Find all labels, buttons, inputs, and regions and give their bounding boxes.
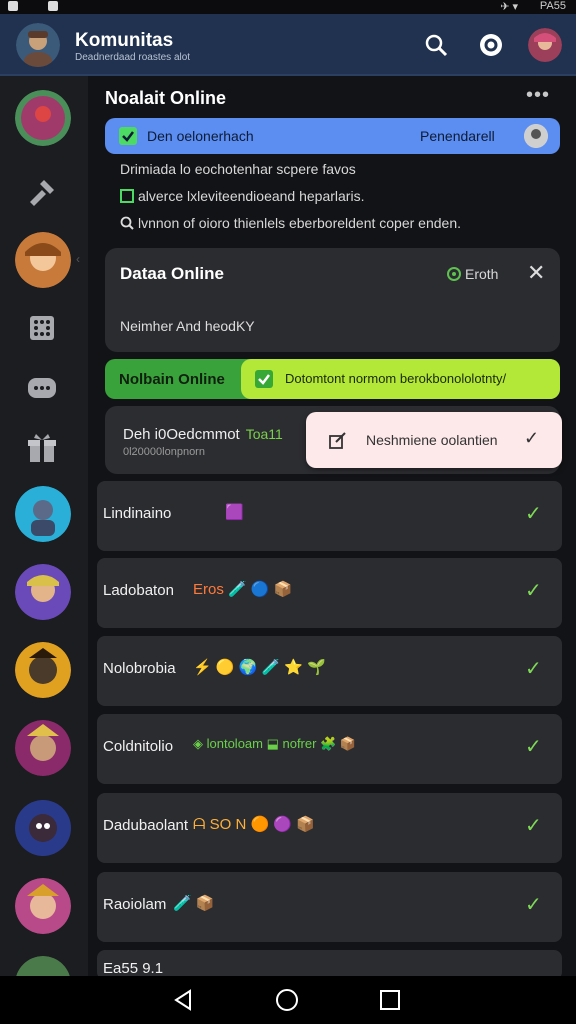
item-icons: ◈ lontoloam ⬓ nofrer 🧩 📦 xyxy=(193,736,357,751)
banner-right-text: Penendarell xyxy=(420,128,495,144)
list-item[interactable]: Lindinaino 🟪 ✓ xyxy=(97,481,562,551)
item-label: Raoiolam xyxy=(103,896,167,913)
notifications-title: Noalait Online xyxy=(105,88,227,108)
data-online-card[interactable]: Dataa Online Eroth ✕ Neimher And heodKY xyxy=(105,248,560,352)
sidebar xyxy=(0,76,88,1012)
toast-text: Neshmiene oolantien xyxy=(366,432,498,448)
chat-icon[interactable] xyxy=(24,370,60,406)
banner-avatar xyxy=(524,124,548,148)
item-label: Nolobrobia xyxy=(103,660,176,677)
search-icon[interactable] xyxy=(423,32,449,58)
check-icon[interactable]: ✓ xyxy=(525,656,542,681)
card-subtitle: Neimher And heodKY xyxy=(120,318,255,334)
sidebar-server-avatar[interactable] xyxy=(15,564,71,620)
check-icon[interactable]: ✓ xyxy=(524,428,539,449)
notification-banner[interactable]: Den oelonerhach Penendarell xyxy=(105,118,560,154)
compact-card-sub: 0l20000lonpnorn xyxy=(123,446,205,458)
sidebar-server-avatar[interactable] xyxy=(15,486,71,542)
profile-avatar[interactable] xyxy=(528,28,562,62)
header-subtitle: Deadnerdaad roastes alot xyxy=(75,52,191,63)
signal-icon: ✈ ▾ xyxy=(500,1,518,13)
item-icons: Eros 🧪 🔵 📦 xyxy=(193,581,293,598)
main-content: Noalait Online ••• Den oelonerhach Penen… xyxy=(96,76,576,980)
card-title: Dataa Online xyxy=(120,264,224,283)
edit-icon[interactable] xyxy=(328,430,348,450)
community-avatar[interactable] xyxy=(16,23,60,67)
sidebar-server-avatar[interactable] xyxy=(15,642,71,698)
home-icon[interactable] xyxy=(275,988,299,1012)
confirmation-text: Dotomtont normom berokbonololotnty/ xyxy=(285,371,507,386)
search-icon xyxy=(120,216,134,230)
app-notification-icon xyxy=(48,1,58,11)
discord-icon[interactable] xyxy=(478,32,504,58)
item-label: Ladobaton xyxy=(103,582,174,599)
check-icon[interactable]: ✓ xyxy=(525,578,542,603)
recents-icon[interactable] xyxy=(378,988,402,1012)
item-icons: 🧪 📦 xyxy=(173,895,215,912)
tools-icon[interactable] xyxy=(24,174,60,210)
item-label: Ea55 9.1 xyxy=(103,960,164,977)
app-notification-icon xyxy=(8,1,18,11)
status-time: PA55 xyxy=(539,0,566,12)
list-item[interactable]: Dadubaolant ᗩ SO N 🟠 🟣 📦 ✓ xyxy=(97,793,562,863)
more-options-icon[interactable]: ••• xyxy=(526,84,550,107)
toast-popup[interactable]: Neshmiene oolantien ✓ xyxy=(306,412,562,468)
online-status-bar[interactable]: Nolbain Online Dotomtont normom berokbon… xyxy=(105,359,560,399)
check-icon xyxy=(119,127,137,145)
status-bar: ✈ ▾ PA55 xyxy=(0,0,576,14)
list-item[interactable]: Nolobrobia ⚡ 🟡 🌍 🧪 ⭐ 🌱 ✓ xyxy=(97,636,562,706)
compact-card-title: Deh i0Oedcmmot Toa11 xyxy=(123,426,283,443)
item-label: Dadubaolant xyxy=(103,817,189,834)
check-icon[interactable]: ✓ xyxy=(525,892,542,917)
item-icons: ᗩ SO N 🟠 🟣 📦 xyxy=(193,816,315,833)
sidebar-server-avatar[interactable] xyxy=(15,90,71,146)
item-icons: 🟪 xyxy=(225,504,244,521)
item-icons: ⚡ 🟡 🌍 🧪 ⭐ 🌱 xyxy=(193,659,326,676)
info-line: lvnnon of oioro thienlels eberboreldent … xyxy=(120,215,461,231)
grid-icon[interactable] xyxy=(24,310,60,346)
status-dot-icon xyxy=(447,267,461,281)
sidebar-server-avatar[interactable] xyxy=(15,800,71,856)
list-item[interactable]: Raoiolam 🧪 📦 ✓ xyxy=(97,872,562,942)
status-badge: Eroth xyxy=(447,266,498,282)
check-icon[interactable]: ✓ xyxy=(525,501,542,526)
sidebar-server-avatar[interactable] xyxy=(15,232,71,288)
online-label: Nolbain Online xyxy=(119,371,225,388)
system-nav-bar xyxy=(0,976,576,1024)
green-square-icon xyxy=(120,189,134,203)
item-label: Lindinaino xyxy=(103,505,172,522)
banner-text: Den oelonerhach xyxy=(147,128,254,144)
close-icon[interactable]: ✕ xyxy=(527,260,545,286)
item-label: Coldnitolio xyxy=(103,738,174,755)
check-icon xyxy=(255,370,273,388)
check-icon[interactable]: ✓ xyxy=(525,813,542,838)
list-item[interactable]: Coldnitolio ◈ lontoloam ⬓ nofrer 🧩 📦 ✓ xyxy=(97,714,562,784)
confirmation-strip[interactable]: Dotomtont normom berokbonololotnty/ xyxy=(241,359,560,399)
sidebar-server-avatar[interactable] xyxy=(15,878,71,934)
back-icon[interactable] xyxy=(172,988,196,1012)
collapse-arrow-icon[interactable]: ‹ xyxy=(76,252,80,266)
header-title: Komunitas xyxy=(75,30,174,51)
check-icon[interactable]: ✓ xyxy=(525,734,542,759)
info-line: Drimiada lo eochotenhar scpere favos xyxy=(120,161,356,177)
app-header: Komunitas Deadnerdaad roastes alot xyxy=(0,14,576,76)
list-item[interactable]: Ladobaton Eros 🧪 🔵 📦 ✓ xyxy=(97,558,562,628)
sidebar-server-avatar[interactable] xyxy=(15,720,71,776)
info-line: alverce lxleviteendioeand heparlaris. xyxy=(120,188,364,204)
gift-icon[interactable] xyxy=(24,430,60,466)
